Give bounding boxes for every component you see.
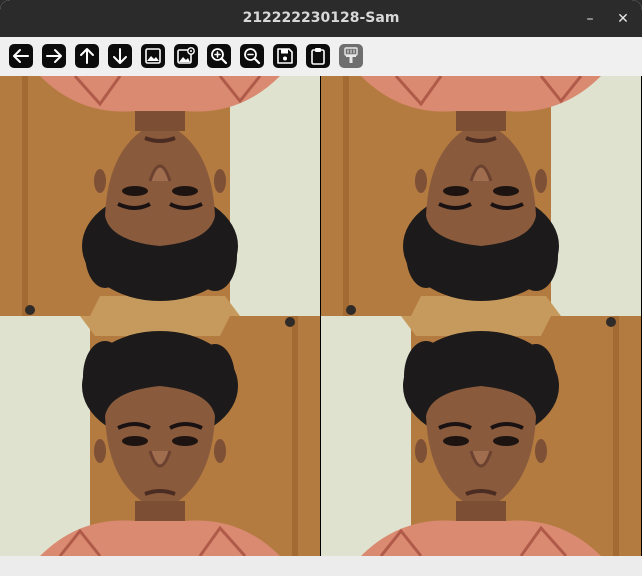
arrow-down-icon bbox=[113, 48, 127, 64]
arrow-left-icon bbox=[13, 49, 29, 63]
window-title: 212222230128-Sam bbox=[242, 10, 400, 26]
arrow-right-icon bbox=[46, 49, 62, 63]
zoom-out-button[interactable] bbox=[240, 44, 264, 68]
copy-to-clipboard-button[interactable] bbox=[306, 44, 330, 68]
portrait-photo bbox=[321, 316, 641, 556]
pan-down-button[interactable] bbox=[108, 44, 132, 68]
status-bar bbox=[0, 556, 642, 576]
zoom-out-icon bbox=[244, 48, 261, 65]
pan-up-button[interactable] bbox=[75, 44, 99, 68]
portrait-photo bbox=[0, 76, 320, 316]
pan-right-button[interactable] bbox=[42, 44, 66, 68]
image-settings-icon bbox=[177, 47, 195, 64]
portrait-photo bbox=[0, 316, 320, 556]
arrow-up-icon bbox=[80, 48, 94, 64]
pan-left-button[interactable] bbox=[9, 44, 33, 68]
portrait-photo bbox=[321, 76, 641, 316]
image-properties-button[interactable] bbox=[174, 44, 198, 68]
image-tile-bottom-right bbox=[321, 316, 641, 556]
zoom-in-button[interactable] bbox=[207, 44, 231, 68]
fit-image-button[interactable] bbox=[141, 44, 165, 68]
save-icon bbox=[277, 48, 293, 64]
image-viewer-window: 212222230128-Sam – ✕ bbox=[0, 0, 642, 576]
minimize-button[interactable]: – bbox=[579, 8, 601, 30]
image-icon bbox=[145, 48, 161, 64]
close-button[interactable]: ✕ bbox=[612, 8, 634, 30]
brush-icon bbox=[344, 47, 358, 63]
edit-brush-button[interactable] bbox=[339, 44, 363, 68]
image-canvas[interactable] bbox=[0, 76, 642, 556]
image-tile-bottom-left bbox=[0, 316, 320, 556]
title-bar[interactable]: 212222230128-Sam – ✕ bbox=[0, 0, 642, 37]
save-button[interactable] bbox=[273, 44, 297, 68]
image-tile-top-right bbox=[321, 76, 641, 316]
clipboard-icon bbox=[311, 48, 325, 65]
zoom-in-icon bbox=[211, 48, 228, 65]
toolbar bbox=[0, 37, 642, 76]
image-tile-top-left bbox=[0, 76, 320, 316]
